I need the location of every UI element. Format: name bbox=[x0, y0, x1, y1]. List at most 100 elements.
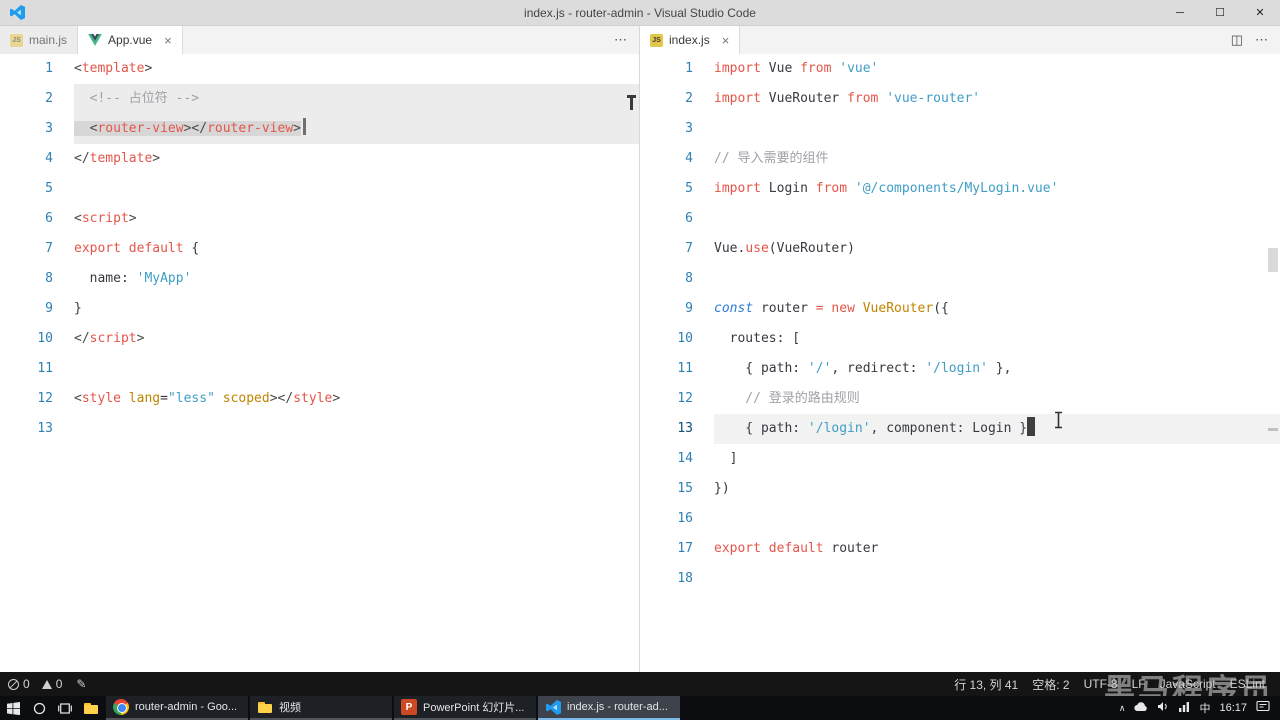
line-number: 4 bbox=[685, 151, 693, 166]
close-button[interactable]: ✕ bbox=[1240, 0, 1280, 26]
line-text: const router = new VueRouter({ bbox=[714, 294, 1280, 324]
warning-count: 0 bbox=[55, 677, 63, 691]
line-text: // 登录的路由规则 bbox=[714, 384, 1280, 414]
line-tokens: // 导入需要的组件 bbox=[714, 151, 829, 166]
code-line-2[interactable]: 2 import VueRouter from 'vue-router' bbox=[640, 84, 1280, 114]
code-line-1[interactable]: 1 <template> bbox=[0, 54, 639, 84]
minimize-button[interactable]: ─ bbox=[1160, 0, 1200, 26]
folder-icon bbox=[83, 700, 99, 716]
start-button[interactable] bbox=[0, 696, 26, 720]
status-language-mode[interactable]: JavaScript bbox=[1160, 677, 1216, 691]
close-tab-icon[interactable]: × bbox=[722, 33, 730, 48]
explorer-icon[interactable] bbox=[78, 696, 104, 720]
maximize-button[interactable]: ☐ bbox=[1200, 0, 1240, 26]
close-tab-icon[interactable]: × bbox=[164, 33, 172, 48]
problems-indicator[interactable]: 0 0 bbox=[8, 677, 62, 691]
code-line-7[interactable]: 7 export default { bbox=[0, 234, 639, 264]
pen-icon[interactable]: ✎ bbox=[76, 677, 86, 691]
tab-app-vue[interactable]: App.vue × bbox=[78, 26, 183, 54]
tab-main-js[interactable]: JS main.js bbox=[0, 26, 79, 54]
selection-end-mark bbox=[302, 118, 306, 135]
line-text bbox=[714, 564, 1280, 594]
status-bar: 0 0 ✎ 行 13, 列 41 空格: 2 UTF-8 LF JavaScript ES… bbox=[0, 672, 1280, 696]
more-actions-icon[interactable]: ⋯ bbox=[1255, 32, 1268, 48]
clock[interactable]: 16:17 bbox=[1219, 702, 1247, 714]
code-line-13[interactable]: 13 bbox=[0, 414, 639, 444]
line-number: 7 bbox=[45, 241, 53, 256]
more-actions-icon[interactable]: ⋯ bbox=[614, 32, 627, 48]
tab-label: App.vue bbox=[108, 33, 153, 47]
tab-label: main.js bbox=[29, 33, 68, 47]
editor-index-js[interactable]: 1 import Vue from 'vue' 2 import VueRouter … bbox=[640, 54, 1280, 672]
line-text: import VueRouter from 'vue-router' bbox=[714, 84, 1280, 114]
line-tokens: <script> bbox=[74, 211, 137, 226]
line-text: <template> bbox=[74, 54, 639, 84]
line-text: routes: [ bbox=[714, 324, 1280, 354]
code-line-7[interactable]: 7 Vue.use(VueRouter) bbox=[640, 234, 1280, 264]
line-text: <!-- 占位符 --> bbox=[74, 84, 639, 114]
vscode-logo-icon bbox=[10, 5, 25, 20]
code-line-8[interactable]: 8 name: 'MyApp' bbox=[0, 264, 639, 294]
status-cursor-position[interactable]: 行 13, 列 41 bbox=[954, 676, 1018, 693]
code-line-6[interactable]: 6 <script> bbox=[0, 204, 639, 234]
code-line-3[interactable]: 3 bbox=[640, 114, 1280, 144]
line-text: Vue.use(VueRouter) bbox=[714, 234, 1280, 264]
taskbar-button-vscode[interactable]: index.js - router-ad... bbox=[538, 696, 680, 720]
code-line-5[interactable]: 5 bbox=[0, 174, 639, 204]
taskbar-button-folder[interactable]: 视频 bbox=[250, 696, 392, 720]
code-line-14[interactable]: 14 ] bbox=[640, 444, 1280, 474]
line-text: name: 'MyApp' bbox=[74, 264, 639, 294]
task-view-icon[interactable] bbox=[52, 696, 78, 720]
code-line-6[interactable]: 6 bbox=[640, 204, 1280, 234]
code-line-17[interactable]: 17 export default router bbox=[640, 534, 1280, 564]
status-indentation[interactable]: 空格: 2 bbox=[1032, 676, 1069, 693]
status-linter-status[interactable]: ESLint bbox=[1230, 677, 1265, 691]
code-line-1[interactable]: 1 import Vue from 'vue' bbox=[640, 54, 1280, 84]
code-line-3[interactable]: 3 <router-view></router-view> bbox=[0, 114, 639, 144]
tray-expand-icon[interactable]: ∧ bbox=[1119, 703, 1126, 714]
speaker-icon[interactable] bbox=[1157, 699, 1169, 717]
line-number: 6 bbox=[45, 211, 53, 226]
code-line-18[interactable]: 18 bbox=[640, 564, 1280, 594]
line-text bbox=[74, 174, 639, 204]
status-eol[interactable]: LF bbox=[1132, 677, 1146, 691]
system-tray: ∧ 中 16:17 bbox=[1109, 696, 1280, 720]
network-icon[interactable] bbox=[1178, 699, 1190, 717]
line-number: 17 bbox=[677, 541, 693, 556]
vue-file-icon bbox=[88, 34, 102, 46]
tab-index-js[interactable]: JS index.js × bbox=[640, 26, 741, 54]
code-line-11[interactable]: 11 bbox=[0, 354, 639, 384]
status-encoding[interactable]: UTF-8 bbox=[1084, 677, 1118, 691]
code-line-12[interactable]: 12 <style lang="less" scoped></style> bbox=[0, 384, 639, 414]
input-method-indicator[interactable]: 中 bbox=[1199, 700, 1210, 716]
code-line-5[interactable]: 5 import Login from '@/components/MyLogin… bbox=[640, 174, 1280, 204]
line-tokens: { path: '/', redirect: '/login' }, bbox=[714, 361, 1012, 376]
split-editor-icon[interactable]: ◫ bbox=[1231, 32, 1243, 48]
notification-center-icon[interactable] bbox=[1256, 699, 1270, 717]
code-line-10[interactable]: 10 routes: [ bbox=[640, 324, 1280, 354]
code-line-15[interactable]: 15}) bbox=[640, 474, 1280, 504]
editor-app-vue[interactable]: 1 <template> 2 <!-- 占位符 --> 3 <router-view>… bbox=[0, 54, 639, 672]
line-text: export default router bbox=[714, 534, 1280, 564]
code-line-4[interactable]: 4 // 导入需要的组件 bbox=[640, 144, 1280, 174]
cloud-icon[interactable] bbox=[1134, 699, 1148, 717]
code-line-11[interactable]: 11 { path: '/', redirect: '/login' }, bbox=[640, 354, 1280, 384]
taskbar-button-chrome[interactable]: router-admin - Goo... bbox=[106, 696, 248, 720]
tab-strip-left: JS main.js App.vue × bbox=[0, 26, 183, 54]
code-line-8[interactable]: 8 bbox=[640, 264, 1280, 294]
code-line-16[interactable]: 16 bbox=[640, 504, 1280, 534]
taskbar-button-powerpoint[interactable]: P PowerPoint 幻灯片... bbox=[394, 696, 536, 720]
code-line-10[interactable]: 10 </script> bbox=[0, 324, 639, 354]
code-line-4[interactable]: 4 </template> bbox=[0, 144, 639, 174]
scrollbar-thumb[interactable] bbox=[1268, 248, 1278, 272]
search-icon[interactable] bbox=[26, 696, 52, 720]
code-line-9[interactable]: 9 const router = new VueRouter({ bbox=[640, 294, 1280, 324]
taskbar-buttons: router-admin - Goo... 视频 P PowerPoint 幻灯片..… bbox=[106, 696, 682, 720]
code-line-12[interactable]: 12 // 登录的路由规则 bbox=[640, 384, 1280, 414]
code-line-2[interactable]: 2 <!-- 占位符 --> bbox=[0, 84, 639, 114]
line-number: 10 bbox=[37, 331, 53, 346]
code-line-13[interactable]: 13 { path: '/login', component: Login } bbox=[640, 414, 1280, 444]
editor-group-left: JS main.js App.vue × ⋯ 1 <template> 2 <!-- 占位… bbox=[0, 26, 640, 672]
code-line-9[interactable]: 9} bbox=[0, 294, 639, 324]
line-tokens: <style lang="less" scoped></style> bbox=[74, 391, 341, 406]
